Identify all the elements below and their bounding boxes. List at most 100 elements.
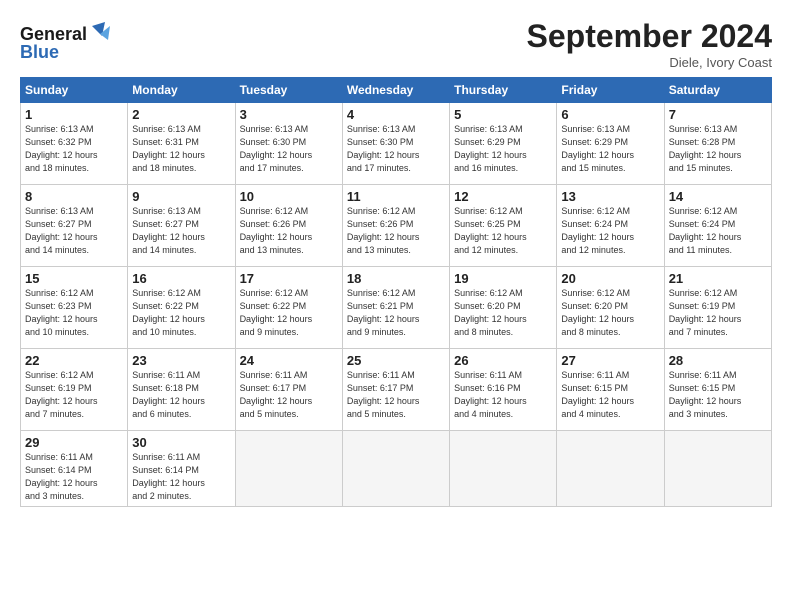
page: General Blue September 2024 Diele, Ivory… xyxy=(0,0,792,612)
col-wednesday: Wednesday xyxy=(342,78,449,103)
table-row: 5Sunrise: 6:13 AM Sunset: 6:29 PM Daylig… xyxy=(450,103,557,185)
col-monday: Monday xyxy=(128,78,235,103)
table-row xyxy=(664,431,771,507)
svg-text:Blue: Blue xyxy=(20,42,59,62)
col-friday: Friday xyxy=(557,78,664,103)
day-number: 1 xyxy=(25,107,123,122)
table-row: 15Sunrise: 6:12 AM Sunset: 6:23 PM Dayli… xyxy=(21,267,128,349)
day-info: Sunrise: 6:13 AM Sunset: 6:32 PM Dayligh… xyxy=(25,123,123,175)
day-number: 24 xyxy=(240,353,338,368)
day-info: Sunrise: 6:13 AM Sunset: 6:29 PM Dayligh… xyxy=(561,123,659,175)
day-info: Sunrise: 6:12 AM Sunset: 6:25 PM Dayligh… xyxy=(454,205,552,257)
day-info: Sunrise: 6:13 AM Sunset: 6:27 PM Dayligh… xyxy=(132,205,230,257)
day-info: Sunrise: 6:11 AM Sunset: 6:17 PM Dayligh… xyxy=(240,369,338,421)
day-info: Sunrise: 6:13 AM Sunset: 6:30 PM Dayligh… xyxy=(240,123,338,175)
table-row: 26Sunrise: 6:11 AM Sunset: 6:16 PM Dayli… xyxy=(450,349,557,431)
month-title: September 2024 xyxy=(527,18,772,55)
day-number: 6 xyxy=(561,107,659,122)
day-info: Sunrise: 6:12 AM Sunset: 6:22 PM Dayligh… xyxy=(240,287,338,339)
table-row: 25Sunrise: 6:11 AM Sunset: 6:17 PM Dayli… xyxy=(342,349,449,431)
table-row: 22Sunrise: 6:12 AM Sunset: 6:19 PM Dayli… xyxy=(21,349,128,431)
table-row: 4Sunrise: 6:13 AM Sunset: 6:30 PM Daylig… xyxy=(342,103,449,185)
day-number: 11 xyxy=(347,189,445,204)
table-row: 19Sunrise: 6:12 AM Sunset: 6:20 PM Dayli… xyxy=(450,267,557,349)
logo: General Blue xyxy=(20,18,115,71)
logo-icon: General Blue xyxy=(20,18,115,66)
day-number: 19 xyxy=(454,271,552,286)
day-number: 16 xyxy=(132,271,230,286)
table-row: 6Sunrise: 6:13 AM Sunset: 6:29 PM Daylig… xyxy=(557,103,664,185)
day-info: Sunrise: 6:12 AM Sunset: 6:20 PM Dayligh… xyxy=(561,287,659,339)
day-number: 20 xyxy=(561,271,659,286)
table-row: 8Sunrise: 6:13 AM Sunset: 6:27 PM Daylig… xyxy=(21,185,128,267)
day-number: 7 xyxy=(669,107,767,122)
day-info: Sunrise: 6:13 AM Sunset: 6:31 PM Dayligh… xyxy=(132,123,230,175)
day-number: 22 xyxy=(25,353,123,368)
table-row: 7Sunrise: 6:13 AM Sunset: 6:28 PM Daylig… xyxy=(664,103,771,185)
day-info: Sunrise: 6:12 AM Sunset: 6:26 PM Dayligh… xyxy=(240,205,338,257)
day-number: 5 xyxy=(454,107,552,122)
table-row: 10Sunrise: 6:12 AM Sunset: 6:26 PM Dayli… xyxy=(235,185,342,267)
day-number: 25 xyxy=(347,353,445,368)
day-info: Sunrise: 6:11 AM Sunset: 6:14 PM Dayligh… xyxy=(132,451,230,503)
day-info: Sunrise: 6:11 AM Sunset: 6:15 PM Dayligh… xyxy=(561,369,659,421)
day-number: 18 xyxy=(347,271,445,286)
day-info: Sunrise: 6:12 AM Sunset: 6:22 PM Dayligh… xyxy=(132,287,230,339)
day-number: 4 xyxy=(347,107,445,122)
day-number: 26 xyxy=(454,353,552,368)
table-row xyxy=(557,431,664,507)
day-info: Sunrise: 6:12 AM Sunset: 6:19 PM Dayligh… xyxy=(25,369,123,421)
calendar-table: Sunday Monday Tuesday Wednesday Thursday… xyxy=(20,77,772,507)
day-info: Sunrise: 6:13 AM Sunset: 6:27 PM Dayligh… xyxy=(25,205,123,257)
table-row: 16Sunrise: 6:12 AM Sunset: 6:22 PM Dayli… xyxy=(128,267,235,349)
day-info: Sunrise: 6:12 AM Sunset: 6:24 PM Dayligh… xyxy=(669,205,767,257)
title-area: September 2024 Diele, Ivory Coast xyxy=(527,18,772,70)
table-row: 3Sunrise: 6:13 AM Sunset: 6:30 PM Daylig… xyxy=(235,103,342,185)
day-info: Sunrise: 6:11 AM Sunset: 6:14 PM Dayligh… xyxy=(25,451,123,503)
table-row: 2Sunrise: 6:13 AM Sunset: 6:31 PM Daylig… xyxy=(128,103,235,185)
table-row xyxy=(450,431,557,507)
day-info: Sunrise: 6:13 AM Sunset: 6:28 PM Dayligh… xyxy=(669,123,767,175)
day-number: 10 xyxy=(240,189,338,204)
table-row: 11Sunrise: 6:12 AM Sunset: 6:26 PM Dayli… xyxy=(342,185,449,267)
table-row: 24Sunrise: 6:11 AM Sunset: 6:17 PM Dayli… xyxy=(235,349,342,431)
table-row xyxy=(342,431,449,507)
day-number: 8 xyxy=(25,189,123,204)
day-number: 29 xyxy=(25,435,123,450)
day-number: 14 xyxy=(669,189,767,204)
day-info: Sunrise: 6:11 AM Sunset: 6:15 PM Dayligh… xyxy=(669,369,767,421)
table-row: 14Sunrise: 6:12 AM Sunset: 6:24 PM Dayli… xyxy=(664,185,771,267)
table-row: 13Sunrise: 6:12 AM Sunset: 6:24 PM Dayli… xyxy=(557,185,664,267)
table-row xyxy=(235,431,342,507)
day-info: Sunrise: 6:13 AM Sunset: 6:29 PM Dayligh… xyxy=(454,123,552,175)
day-number: 13 xyxy=(561,189,659,204)
day-number: 9 xyxy=(132,189,230,204)
col-saturday: Saturday xyxy=(664,78,771,103)
col-thursday: Thursday xyxy=(450,78,557,103)
table-row: 18Sunrise: 6:12 AM Sunset: 6:21 PM Dayli… xyxy=(342,267,449,349)
day-info: Sunrise: 6:12 AM Sunset: 6:21 PM Dayligh… xyxy=(347,287,445,339)
day-info: Sunrise: 6:11 AM Sunset: 6:16 PM Dayligh… xyxy=(454,369,552,421)
day-info: Sunrise: 6:11 AM Sunset: 6:18 PM Dayligh… xyxy=(132,369,230,421)
day-number: 23 xyxy=(132,353,230,368)
col-sunday: Sunday xyxy=(21,78,128,103)
day-number: 17 xyxy=(240,271,338,286)
table-row: 30Sunrise: 6:11 AM Sunset: 6:14 PM Dayli… xyxy=(128,431,235,507)
table-row: 21Sunrise: 6:12 AM Sunset: 6:19 PM Dayli… xyxy=(664,267,771,349)
col-tuesday: Tuesday xyxy=(235,78,342,103)
day-number: 15 xyxy=(25,271,123,286)
table-row: 20Sunrise: 6:12 AM Sunset: 6:20 PM Dayli… xyxy=(557,267,664,349)
calendar-header-row: Sunday Monday Tuesday Wednesday Thursday… xyxy=(21,78,772,103)
day-number: 21 xyxy=(669,271,767,286)
day-number: 3 xyxy=(240,107,338,122)
day-info: Sunrise: 6:12 AM Sunset: 6:23 PM Dayligh… xyxy=(25,287,123,339)
table-row: 12Sunrise: 6:12 AM Sunset: 6:25 PM Dayli… xyxy=(450,185,557,267)
day-number: 2 xyxy=(132,107,230,122)
day-info: Sunrise: 6:12 AM Sunset: 6:19 PM Dayligh… xyxy=(669,287,767,339)
table-row: 28Sunrise: 6:11 AM Sunset: 6:15 PM Dayli… xyxy=(664,349,771,431)
day-info: Sunrise: 6:13 AM Sunset: 6:30 PM Dayligh… xyxy=(347,123,445,175)
table-row: 17Sunrise: 6:12 AM Sunset: 6:22 PM Dayli… xyxy=(235,267,342,349)
day-info: Sunrise: 6:12 AM Sunset: 6:26 PM Dayligh… xyxy=(347,205,445,257)
table-row: 9Sunrise: 6:13 AM Sunset: 6:27 PM Daylig… xyxy=(128,185,235,267)
day-number: 30 xyxy=(132,435,230,450)
